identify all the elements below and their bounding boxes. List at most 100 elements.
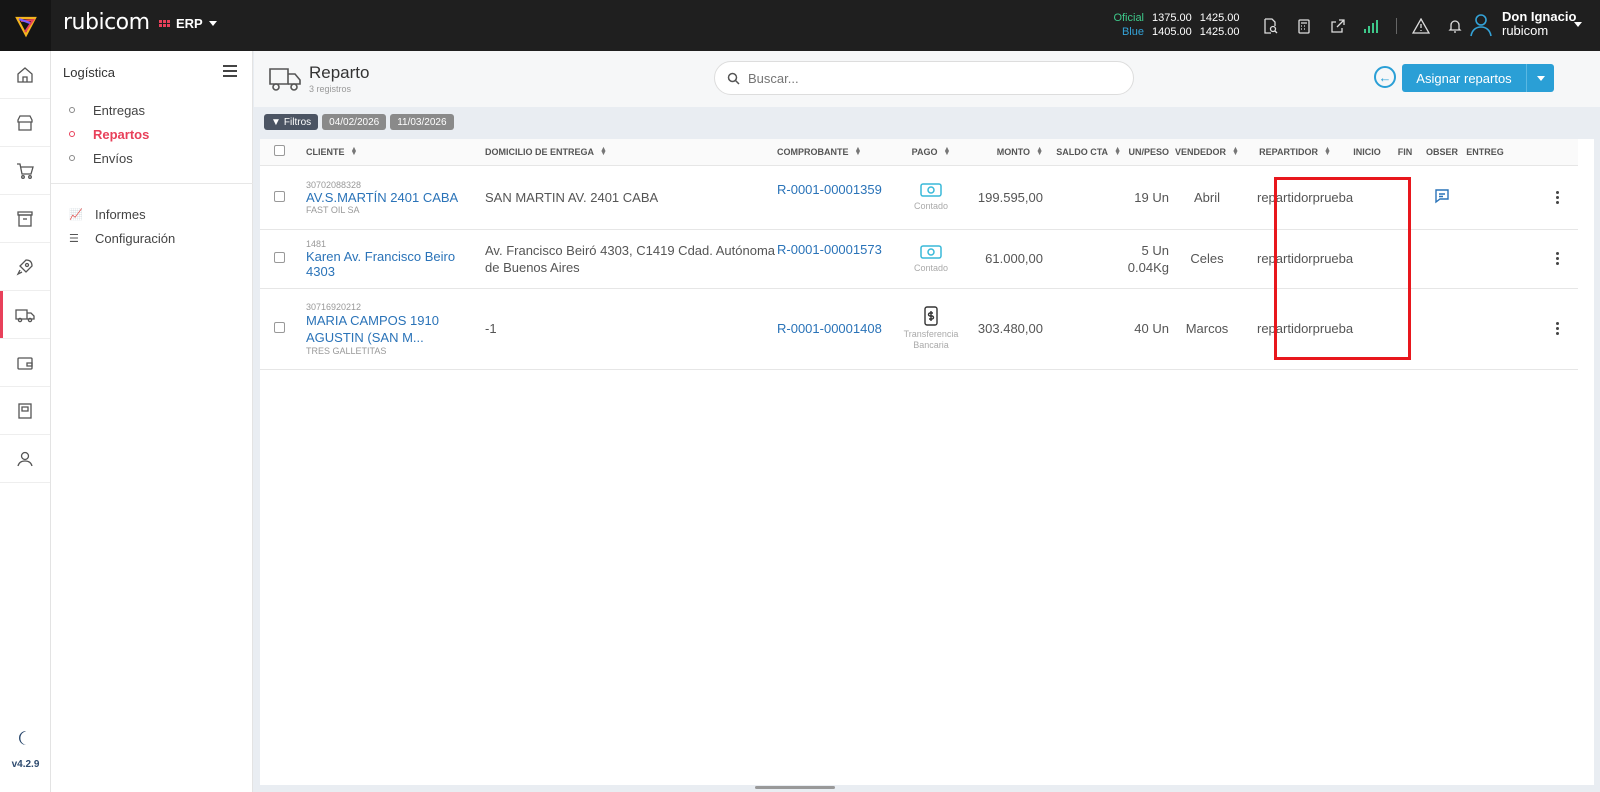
row-menu-icon[interactable] [1537, 322, 1578, 335]
rate-sell-blue: 1425.00 [1199, 26, 1240, 38]
user-menu[interactable]: Don Ignacio rubicom [1468, 10, 1576, 38]
comment-icon[interactable] [1434, 188, 1450, 204]
dark-mode-icon[interactable] [16, 729, 34, 752]
sort-icon: ▲ ▼ [350, 146, 358, 158]
client-link[interactable]: AV.S.MARTÍN 2401 CABA [306, 190, 485, 205]
row-menu-icon[interactable] [1537, 252, 1578, 265]
filters-button[interactable]: ▼ Filtros [264, 114, 319, 130]
table-row[interactable]: 30702088328 AV.S.MARTÍN 2401 CABA FAST O… [260, 165, 1578, 230]
user-name: Don Ignacio [1502, 9, 1577, 24]
bullet-icon [69, 155, 75, 161]
bell-icon[interactable] [1445, 16, 1465, 36]
rail-book-icon[interactable] [0, 387, 50, 435]
nav-item-envios[interactable]: Envíos [69, 146, 149, 170]
courier[interactable]: repartidorprueba [1245, 229, 1353, 289]
rail-home-icon[interactable] [0, 51, 50, 99]
col-entreg: ENTREG [1463, 139, 1507, 166]
chart-icon: 📈 [69, 208, 83, 221]
search-input[interactable] [748, 70, 1108, 86]
assign-dropdown-toggle[interactable] [1526, 64, 1554, 92]
row-checkbox[interactable] [273, 322, 285, 333]
seller: Marcos [1169, 288, 1245, 370]
module-switcher[interactable]: ERP [159, 16, 217, 31]
user-menu-caret-icon[interactable] [1574, 22, 1582, 27]
calculator-icon[interactable] [1294, 16, 1314, 36]
amount: 61.000,00 [967, 229, 1043, 289]
back-arrow-icon[interactable]: ← [1374, 66, 1396, 88]
col-monto[interactable]: MONTO ▲ ▼ [967, 139, 1043, 166]
client-link[interactable]: Karen Av. Francisco Beiro 4303 [306, 249, 485, 279]
nav-item-informes[interactable]: 📈 Informes [69, 202, 175, 226]
filter-icon: ▼ [271, 116, 281, 128]
account-balance [1043, 165, 1121, 230]
table-header-row: CLIENTE ▲ ▼ DOMICILIO DE ENTREGA ▲ ▼ COMPROB… [260, 139, 1578, 166]
document-search-icon[interactable] [1260, 16, 1280, 36]
rail-box-icon[interactable] [0, 195, 50, 243]
table-row[interactable]: 1481 Karen Av. Francisco Beiro 4303 Av. … [260, 229, 1578, 289]
col-pago[interactable]: PAGO ▲ ▼ [895, 139, 967, 166]
user-org: rubicom [1502, 23, 1549, 38]
seller: Celes [1169, 229, 1245, 289]
col-un-peso: UN/PESO [1121, 139, 1169, 166]
end-cell [1389, 165, 1421, 230]
voucher-link[interactable]: R-0001-00001408 [777, 321, 882, 336]
page-header: Reparto 3 registros ← Asignar repartos [254, 51, 1600, 107]
voucher-link[interactable]: R-0001-00001359 [777, 182, 882, 197]
amount: 199.595,00 [967, 165, 1043, 230]
col-comprobante[interactable]: COMPROBANTE ▲ ▼ [777, 139, 895, 166]
amount: 303.480,00 [967, 288, 1043, 370]
rail-rocket-icon[interactable] [0, 243, 50, 291]
rail-user-icon[interactable] [0, 435, 50, 483]
table-row[interactable]: 30716920212 MARIA CAMPOS 1910 AGUSTIN (S… [260, 288, 1578, 370]
col-repartidor[interactable]: REPARTIDOR ▲ ▼ [1245, 139, 1345, 166]
observation-cell [1421, 229, 1463, 289]
col-cliente[interactable]: CLIENTE ▲ ▼ [298, 139, 485, 166]
courier[interactable]: repartidorprueba [1245, 288, 1353, 370]
rail-store-icon[interactable] [0, 99, 50, 147]
nav-item-repartos[interactable]: Repartos [69, 122, 149, 146]
col-saldo-cta[interactable]: SALDO CTA ▲ ▼ [1043, 139, 1121, 166]
external-link-icon[interactable] [1328, 16, 1348, 36]
deliveries-table-container: CLIENTE ▲ ▼ DOMICILIO DE ENTREGA ▲ ▼ COMPROB… [260, 139, 1594, 785]
units: 19 Un [1134, 189, 1169, 205]
app-logo[interactable] [0, 0, 51, 51]
horizontal-scrollbar[interactable] [755, 786, 835, 789]
date-to-chip[interactable]: 11/03/2026 [390, 114, 454, 130]
cash-icon [920, 244, 942, 259]
page-title: Reparto [309, 63, 370, 82]
rail-truck-icon[interactable] [0, 291, 50, 339]
rate-buy-oficial: 1375.00 [1152, 12, 1192, 24]
delivery-address: Av. Francisco Beiró 4303, C1419 Cdad. Au… [485, 229, 777, 289]
nav-item-configuracion[interactable]: ☰ Configuración [69, 226, 175, 250]
col-vendedor[interactable]: VENDEDOR ▲ ▼ [1169, 139, 1245, 166]
sort-icon: ▲ ▼ [1114, 146, 1121, 158]
rail-wallet-icon[interactable] [0, 339, 50, 387]
date-from-chip[interactable]: 04/02/2026 [322, 114, 387, 130]
row-checkbox[interactable] [273, 190, 285, 202]
col-domicilio[interactable]: DOMICILIO DE ENTREGA ▲ ▼ [485, 139, 777, 166]
rail-cart-icon[interactable] [0, 147, 50, 195]
select-all-checkbox[interactable] [273, 145, 285, 157]
end-cell [1389, 288, 1421, 370]
main-content: Reparto 3 registros ← Asignar repartos ▼… [254, 51, 1600, 792]
assign-deliveries-button[interactable]: Asignar repartos [1402, 64, 1554, 92]
nav-item-label: Entregas [93, 102, 146, 118]
row-menu-icon[interactable] [1537, 190, 1578, 204]
row-checkbox[interactable] [273, 252, 285, 263]
client-company: FAST OIL SA [306, 204, 360, 215]
menu-icon[interactable] [223, 65, 237, 80]
col-obser: OBSER [1421, 139, 1463, 166]
client-link[interactable]: MARIA CAMPOS 1910 AGUSTIN (SAN M... [306, 312, 485, 346]
nav-title: Logística [63, 65, 116, 80]
sort-icon: ▲ ▼ [600, 146, 607, 158]
nav-item-entregas[interactable]: Entregas [69, 98, 149, 122]
exchange-rates: Oficial 1375.00 1425.00 Blue 1405.00 1425.00 [1110, 11, 1240, 39]
chevron-down-icon [208, 21, 217, 26]
sort-icon: ▲ ▼ [854, 146, 862, 158]
chevron-down-icon [1536, 75, 1545, 81]
warning-icon[interactable] [1411, 16, 1431, 36]
search-box[interactable] [714, 61, 1134, 95]
bullet-icon [69, 131, 75, 137]
courier[interactable]: repartidorprueba [1245, 165, 1353, 230]
voucher-link[interactable]: R-0001-00001573 [777, 242, 882, 257]
